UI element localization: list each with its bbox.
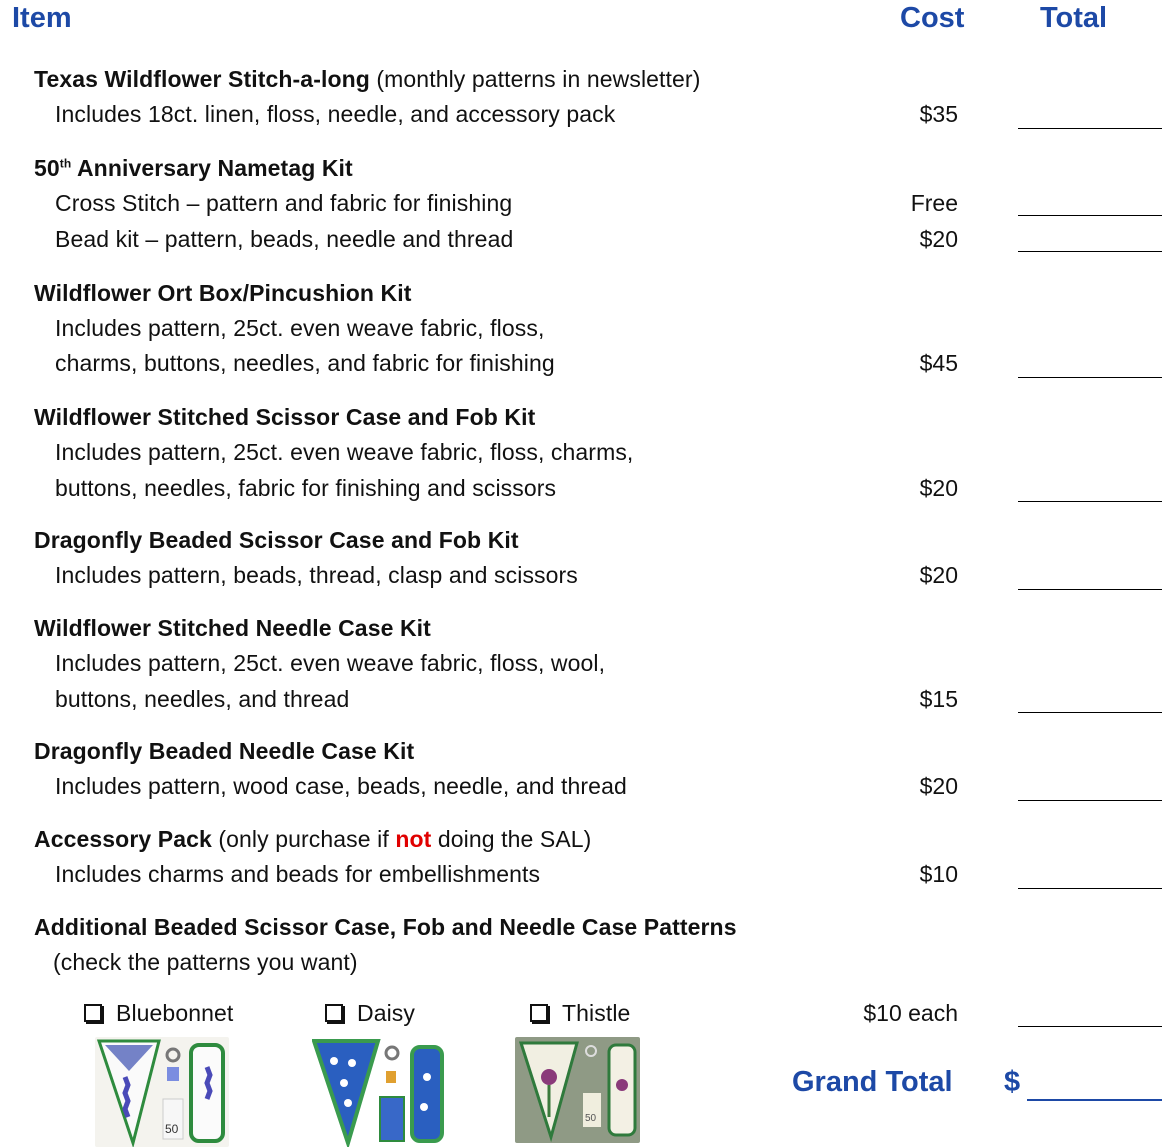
svg-text:50: 50	[165, 1122, 179, 1136]
checkbox-icon[interactable]	[530, 1004, 548, 1022]
item-line: Includes charms and beads for embellishm…	[55, 861, 541, 887]
item-line: Includes pattern, beads, thread, clasp a…	[55, 562, 578, 588]
item-cost: $20	[919, 773, 958, 799]
item-line: charms, buttons, needles, and fabric for…	[55, 350, 555, 376]
section-title-nametag-kit: 50th Anniversary Nametag Kit	[34, 155, 353, 181]
item-cost: $35	[919, 101, 958, 127]
item-cost: $45	[919, 350, 958, 376]
cost-column-header: Cost	[900, 2, 965, 34]
item-line: buttons, needles, and thread	[55, 686, 350, 712]
item-cost: $20	[919, 226, 958, 252]
item-line: Cross Stitch – pattern and fabric for fi…	[55, 190, 513, 216]
daisy-pattern-photo	[312, 1037, 446, 1147]
checkbox-icon[interactable]	[325, 1004, 343, 1022]
item-line: Includes pattern, wood case, beads, need…	[55, 773, 627, 799]
total-blank-line[interactable]	[1018, 501, 1162, 502]
bluebonnet-pattern-photo: 50	[95, 1037, 229, 1147]
item-line: Includes 18ct. linen, floss, needle, and…	[55, 101, 616, 127]
item-cost: $15	[919, 686, 958, 712]
item-cost: $20	[919, 475, 958, 501]
section-title-ort-box: Wildflower Ort Box/Pincushion Kit	[34, 280, 412, 306]
patterns-cost: $10 each	[863, 1000, 958, 1026]
section-title-scissor-case: Wildflower Stitched Scissor Case and Fob…	[34, 404, 536, 430]
section-title-dragonfly-scissor: Dragonfly Beaded Scissor Case and Fob Ki…	[34, 527, 519, 553]
item-line: (check the patterns you want)	[53, 949, 358, 975]
pattern-option-bluebonnet[interactable]: Bluebonnet	[84, 1000, 233, 1027]
item-line: Includes pattern, 25ct. even weave fabri…	[55, 650, 606, 676]
total-blank-line[interactable]	[1018, 128, 1162, 129]
pattern-option-daisy[interactable]: Daisy	[325, 1000, 415, 1027]
grand-total-blank-line[interactable]	[1027, 1099, 1162, 1101]
grand-total-label: Grand Total	[792, 1066, 953, 1098]
total-blank-line[interactable]	[1018, 251, 1162, 252]
item-cost: Free	[910, 190, 958, 216]
section-title-needle-case: Wildflower Stitched Needle Case Kit	[34, 615, 431, 641]
total-blank-line[interactable]	[1018, 1026, 1162, 1027]
total-blank-line[interactable]	[1018, 377, 1162, 378]
svg-text:50: 50	[585, 1113, 597, 1124]
total-blank-line[interactable]	[1018, 712, 1162, 713]
thistle-pattern-photo: 50	[515, 1037, 640, 1143]
item-cost: $20	[919, 562, 958, 588]
checkbox-icon[interactable]	[84, 1004, 102, 1022]
section-title-dragonfly-needle: Dragonfly Beaded Needle Case Kit	[34, 738, 415, 764]
total-blank-line[interactable]	[1018, 215, 1162, 216]
section-title-additional-patterns: Additional Beaded Scissor Case, Fob and …	[34, 914, 737, 940]
total-blank-line[interactable]	[1018, 589, 1162, 590]
pattern-option-thistle[interactable]: Thistle	[530, 1000, 630, 1027]
item-column-header: Item	[12, 2, 72, 34]
section-title-stitch-a-long: Texas Wildflower Stitch-a-long (monthly …	[34, 66, 701, 92]
item-line: Includes pattern, 25ct. even weave fabri…	[55, 315, 545, 341]
item-cost: $10	[919, 861, 958, 887]
total-blank-line[interactable]	[1018, 888, 1162, 889]
item-line: buttons, needles, fabric for finishing a…	[55, 475, 557, 501]
section-title-accessory-pack: Accessory Pack (only purchase if not doi…	[34, 826, 592, 852]
item-line: Includes pattern, 25ct. even weave fabri…	[55, 439, 634, 465]
item-line: Bead kit – pattern, beads, needle and th…	[55, 226, 514, 252]
total-blank-line[interactable]	[1018, 800, 1162, 801]
total-column-header: Total	[1040, 2, 1108, 34]
grand-total-currency: $	[1004, 1066, 1021, 1098]
